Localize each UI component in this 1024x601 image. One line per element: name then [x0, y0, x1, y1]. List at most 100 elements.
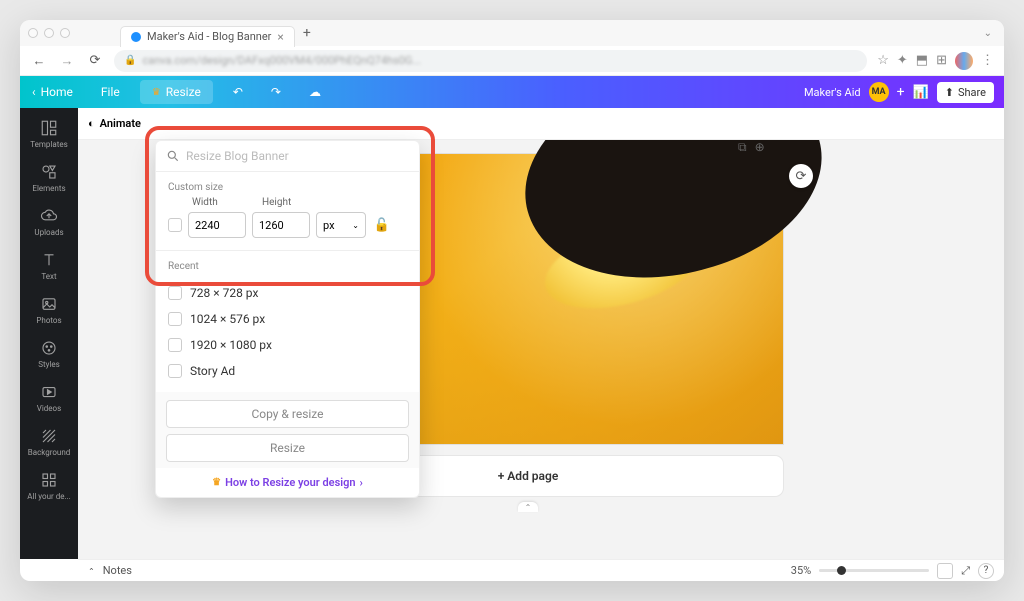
- apps-icon: [40, 471, 58, 489]
- toolbar-actions: ☆ ✦ ⬒ ⊞ ⋮: [877, 52, 994, 70]
- photos-icon: [40, 295, 58, 313]
- undo-button[interactable]: ↶: [221, 76, 255, 108]
- forward-icon[interactable]: →: [58, 53, 76, 69]
- duplicate-page-icon[interactable]: ⧉: [738, 140, 747, 155]
- resize-label: Resize: [166, 85, 201, 99]
- help-icon[interactable]: ?: [978, 563, 994, 579]
- back-icon[interactable]: ←: [30, 53, 48, 69]
- height-input[interactable]: 1260: [252, 212, 310, 238]
- reload-icon[interactable]: ⟳: [86, 53, 104, 68]
- zoom-slider[interactable]: [819, 569, 929, 572]
- kebab-menu-icon[interactable]: ⋮: [981, 53, 994, 68]
- extensions-icon[interactable]: ✦: [897, 53, 908, 68]
- sidebar-item-videos[interactable]: Videos: [20, 376, 78, 420]
- zoom-knob[interactable]: [837, 566, 846, 575]
- add-member-icon[interactable]: +: [897, 84, 905, 100]
- fullscreen-icon[interactable]: ⤢: [961, 564, 970, 578]
- recent-size-item[interactable]: Story Ad: [156, 358, 419, 384]
- expand-pages-icon[interactable]: ⌃: [518, 502, 538, 512]
- sidebar-item-text[interactable]: Text: [20, 244, 78, 288]
- uploads-icon: [40, 207, 58, 225]
- animate-button[interactable]: ◐ Animate: [88, 117, 141, 130]
- width-input[interactable]: 2240: [188, 212, 246, 238]
- elements-icon: [40, 163, 58, 181]
- checkbox[interactable]: [168, 338, 182, 352]
- grid-view-icon[interactable]: [937, 563, 953, 579]
- titlebar: Maker's Aid - Blog Banner × + ⌄: [20, 20, 1004, 46]
- tabstrip-overflow-icon[interactable]: ⌄: [984, 28, 992, 39]
- profile-avatar[interactable]: [955, 52, 973, 70]
- add-page-icon[interactable]: ⊕: [755, 140, 765, 155]
- sidebar-item-uploads[interactable]: Uploads: [20, 200, 78, 244]
- home-button[interactable]: ‹ Home: [20, 76, 85, 108]
- new-tab-button[interactable]: +: [303, 25, 311, 41]
- animate-icon: ◐: [88, 117, 95, 130]
- tab-title: Maker's Aid - Blog Banner: [147, 30, 271, 43]
- checkbox[interactable]: [168, 312, 182, 326]
- cloud-sync-button[interactable]: ☁: [297, 76, 333, 108]
- window-controls: [28, 28, 70, 38]
- canva-app: ‹ Home File ♛ Resize ↶ ↷ ☁ Maker's Aid M…: [20, 76, 1004, 581]
- text-icon: [40, 251, 58, 269]
- extension-icon[interactable]: ⊞: [936, 53, 947, 68]
- sidebar-item-elements[interactable]: Elements: [20, 156, 78, 200]
- home-label: Home: [41, 85, 73, 99]
- copy-and-resize-button[interactable]: Copy & resize: [166, 400, 409, 428]
- recent-size-item[interactable]: 728 × 728 px: [156, 280, 419, 306]
- recent-size-item[interactable]: 1920 × 1080 px: [156, 332, 419, 358]
- notes-button[interactable]: Notes: [103, 564, 132, 577]
- resize-button[interactable]: ♛ Resize: [140, 80, 213, 104]
- recent-size-item[interactable]: 1024 × 576 px: [156, 306, 419, 332]
- browser-window: Maker's Aid - Blog Banner × + ⌄ ← → ⟳ 🔒 …: [20, 20, 1004, 581]
- sidebar-item-background[interactable]: Background: [20, 420, 78, 464]
- window-zoom[interactable]: [60, 28, 70, 38]
- page-actions: ⧉ ⊕: [738, 140, 765, 155]
- browser-toolbar: ← → ⟳ 🔒 canva.com/design/DAFxq000VM4/000…: [20, 46, 1004, 76]
- address-bar[interactable]: 🔒 canva.com/design/DAFxq000VM4/000PhEQnQ…: [114, 50, 867, 72]
- file-label: File: [101, 85, 120, 99]
- sidebar-item-styles[interactable]: Styles: [20, 332, 78, 376]
- share-label: Share: [958, 86, 986, 99]
- window-close[interactable]: [28, 28, 38, 38]
- sidebar-item-photos[interactable]: Photos: [20, 288, 78, 332]
- resize-help-link[interactable]: ♛ How to Resize your design ›: [156, 468, 419, 497]
- checkbox[interactable]: [168, 286, 182, 300]
- resize-search[interactable]: Resize Blog Banner: [156, 141, 419, 172]
- templates-icon: [40, 119, 58, 137]
- custom-size-checkbox[interactable]: [168, 218, 182, 232]
- add-page-label: + Add page: [498, 469, 559, 483]
- custom-size-label: Custom size: [156, 172, 419, 197]
- chevron-up-icon[interactable]: ⌄: [88, 566, 95, 575]
- extension-icon[interactable]: ⬒: [916, 53, 928, 68]
- refresh-button[interactable]: ⟳: [789, 164, 813, 188]
- aspect-lock-icon[interactable]: 🔓: [372, 218, 392, 233]
- height-label: Height: [262, 197, 322, 208]
- checkbox[interactable]: [168, 364, 182, 378]
- redo-icon: ↷: [271, 85, 281, 99]
- resize-search-placeholder: Resize Blog Banner: [186, 149, 289, 163]
- resize-panel: Resize Blog Banner Custom size Width Hei…: [155, 140, 420, 498]
- analytics-icon[interactable]: 📊: [913, 85, 929, 100]
- redo-button[interactable]: ↷: [259, 76, 293, 108]
- brand-label: Maker's Aid: [804, 86, 861, 99]
- sidebar-item-templates[interactable]: Templates: [20, 112, 78, 156]
- url-text: canva.com/design/DAFxq000VM4/000PhEQnQ74…: [142, 54, 421, 67]
- videos-icon: [40, 383, 58, 401]
- unit-select[interactable]: px ⌄: [316, 212, 366, 238]
- crown-icon: ♛: [212, 477, 221, 488]
- search-icon: [166, 149, 180, 163]
- zoom-level[interactable]: 35%: [791, 564, 811, 577]
- account-badge[interactable]: MA: [869, 82, 889, 102]
- star-icon[interactable]: ☆: [877, 53, 889, 68]
- share-button[interactable]: ⬆ Share: [937, 82, 994, 103]
- context-toolbar: ◐ Animate: [78, 108, 1004, 140]
- upload-icon: ⬆: [945, 86, 954, 99]
- canva-topbar: ‹ Home File ♛ Resize ↶ ↷ ☁ Maker's Aid M…: [20, 76, 1004, 108]
- window-minimize[interactable]: [44, 28, 54, 38]
- lock-icon: 🔒: [124, 55, 136, 66]
- browser-tab[interactable]: Maker's Aid - Blog Banner ×: [120, 26, 295, 47]
- resize-action-button[interactable]: Resize: [166, 434, 409, 462]
- file-button[interactable]: File: [89, 76, 132, 108]
- tab-close-icon[interactable]: ×: [277, 30, 283, 44]
- sidebar-item-all-designs[interactable]: All your de...: [20, 464, 78, 508]
